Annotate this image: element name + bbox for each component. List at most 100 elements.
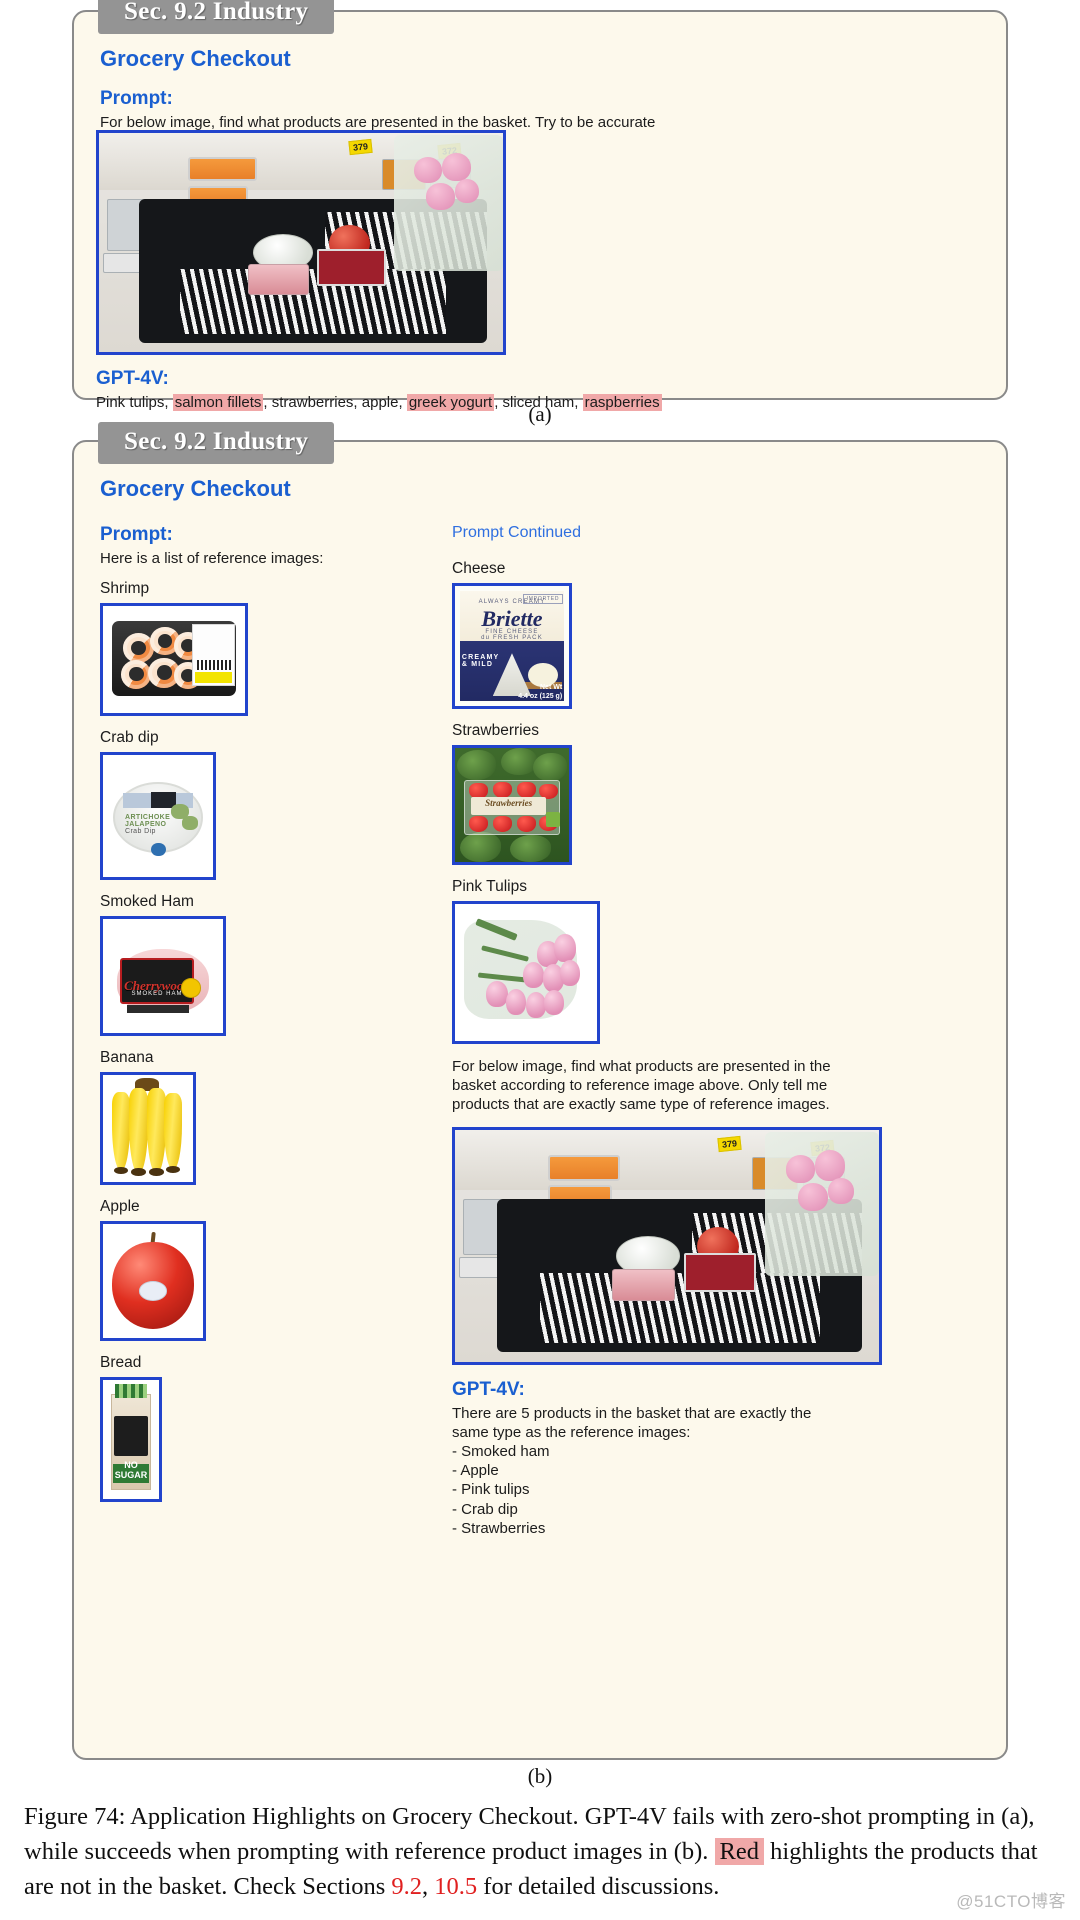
panel-b-gpt-label: GPT-4V:	[452, 1378, 525, 1400]
tulip-flower-4	[828, 1178, 854, 1204]
panel-b-answer-intro: There are 5 products in the basket that …	[452, 1404, 812, 1441]
answer-list-item: - Crab dip	[452, 1500, 518, 1518]
panel-a-title: Grocery Checkout	[100, 46, 291, 71]
answer-list-item: - Strawberries	[452, 1519, 546, 1537]
reference-image-shrimp	[100, 603, 248, 717]
artichoke-art	[182, 816, 198, 830]
tulip-flower	[506, 988, 526, 1015]
banana-finger	[147, 1088, 166, 1176]
reference-item-pink-tulips: Pink Tulips	[452, 878, 952, 1044]
crab-dip-seal-icon	[151, 843, 166, 857]
basket-slats-front	[179, 268, 447, 335]
salmon-tray-1	[548, 1155, 621, 1181]
reference-label-apple: Apple	[100, 1198, 140, 1216]
tulip-flower	[486, 980, 508, 1007]
reference-label-bread: Bread	[100, 1354, 142, 1372]
reference-item-apple: Apple	[100, 1198, 430, 1342]
caption-section-link-10-5[interactable]: 10.5	[434, 1873, 477, 1900]
reference-image-pink-tulips	[452, 901, 600, 1044]
panel-b-instruction-text: For below image, find what products are …	[452, 1058, 831, 1114]
reference-image-bread: NO SUGAR	[100, 1377, 162, 1503]
reference-label-strawberries: Strawberries	[452, 722, 539, 739]
caption-text-3: for detailed discussions.	[477, 1872, 720, 1900]
reference-label-crab-dip: Crab dip	[100, 729, 159, 747]
tulip-flower	[554, 934, 576, 962]
ham-bottom-strip	[127, 1004, 190, 1013]
cheese-sub2: du FRESH PACK	[481, 635, 543, 642]
crab-dip-text-jalapeno: JALAPENO	[125, 821, 167, 829]
strawberry	[516, 782, 536, 799]
reference-label-shrimp: Shrimp	[100, 580, 150, 598]
shrimp-price-label	[192, 624, 236, 687]
tulip-flower-3	[798, 1182, 829, 1211]
panel-b-answer-list: - Smoked ham - Apple - Pink tulips - Cra…	[452, 1442, 952, 1538]
bread-label	[114, 1415, 148, 1457]
tulip-flower-1	[414, 157, 443, 184]
bread-bag-tie	[115, 1383, 147, 1399]
apple-sticker	[139, 1281, 167, 1301]
bread-band-text: NO SUGAR	[114, 1460, 148, 1481]
reference-item-cheese: Cheese IMPORTED ALWAYS CREAMY Briette FI…	[452, 560, 952, 709]
strawberry-leaf	[500, 748, 538, 776]
panel-b-basket-image: 379 372	[452, 1126, 882, 1365]
tulip-flower-2	[815, 1150, 846, 1181]
cheese-variant: CREAMY & MILD	[461, 654, 500, 669]
panel-a: Sec. 9.2 Industry Grocery Checkout Promp…	[72, 0, 1008, 411]
reference-label-smoked-ham: Smoked Ham	[100, 893, 194, 911]
answer-list-item: - Smoked ham	[452, 1442, 550, 1460]
tulip-flower-1	[785, 1155, 816, 1183]
panel-a-basket-image: 379 372	[96, 130, 506, 355]
tulip-flower	[544, 990, 565, 1015]
panel-b-left-column: Prompt: Here is a list of reference imag…	[100, 524, 430, 1515]
crab-dip-text-artichoke: ARTICHOKE	[125, 813, 171, 821]
caption-section-link-9-2[interactable]: 9.2	[391, 1873, 422, 1900]
caption-separator: ,	[422, 1872, 435, 1900]
tulip-flower	[523, 961, 545, 988]
tulip-flower-2	[442, 152, 471, 182]
reference-item-bread: Bread NO SUGAR	[100, 1354, 430, 1503]
tulip-flower-4	[454, 178, 479, 204]
reference-label-banana: Banana	[100, 1049, 154, 1067]
crab-dip-text-crabdip: Crab Dip	[125, 828, 156, 836]
strawberry	[492, 782, 512, 799]
reference-item-shrimp: Shrimp	[100, 580, 430, 717]
price-tag-1: 379	[717, 1135, 742, 1152]
panel-b-prompt-continued-label: Prompt Continued	[452, 524, 581, 541]
strawberry-label-text: Strawberries	[485, 798, 533, 809]
reference-item-strawberries: Strawberries Strawberries	[452, 722, 952, 865]
banana-finger	[164, 1093, 183, 1173]
cheese-net-weight: Net Wt 4.4 oz (125 g)	[518, 683, 562, 701]
salmon-tray-1	[187, 157, 257, 182]
tulip-flower	[560, 960, 580, 987]
panel-b-prompt-text: Here is a list of reference images:	[100, 550, 324, 567]
strawberry-leaf	[532, 752, 567, 782]
berry-pack-in-basket	[317, 249, 386, 287]
reference-image-cheese: IMPORTED ALWAYS CREAMY Briette FINE CHEE…	[452, 583, 572, 709]
price-tag-1: 379	[348, 138, 374, 155]
reference-image-smoked-ham: Cherrywood SMOKED HAM	[100, 916, 226, 1037]
berry-pack-in-basket	[683, 1252, 757, 1292]
ham-package-in-basket	[248, 264, 310, 296]
answer-list-item: - Pink tulips	[452, 1481, 530, 1499]
ham-gold-seal-icon	[181, 978, 202, 998]
panel-b-figure-letter: (b)	[527, 1764, 553, 1788]
answer-list-item: - Apple	[452, 1462, 499, 1480]
strawberry-leaf	[509, 834, 551, 862]
panel-b: Sec. 9.2 Industry Grocery Checkout Promp…	[72, 422, 1008, 1760]
panel-b-section-tab: Sec. 9.2 Industry	[98, 422, 335, 464]
panel-a-prompt-label: Prompt:	[100, 88, 173, 109]
reference-item-smoked-ham: Smoked Ham Cherrywood SMOKED HAM	[100, 893, 430, 1037]
banana-finger	[129, 1088, 148, 1176]
reference-label-pink-tulips: Pink Tulips	[452, 878, 527, 895]
watermark: @51CTO博客	[956, 1892, 1066, 1911]
banana-finger	[112, 1092, 130, 1175]
panel-b-title: Grocery Checkout	[100, 476, 291, 501]
reference-image-banana	[100, 1072, 196, 1186]
reference-item-banana: Banana	[100, 1049, 430, 1186]
crab-dip-brand-block	[151, 791, 176, 808]
tulip-flower	[526, 991, 546, 1018]
tulip-flower-3	[426, 183, 455, 210]
cheese-tagline: ALWAYS CREAMY	[478, 599, 546, 606]
reference-image-crab-dip: ARTICHOKE JALAPENO Crab Dip	[100, 752, 216, 881]
reference-item-crab-dip: Crab dip ARTICHOKE JALAPENO Crab Dip	[100, 729, 430, 881]
